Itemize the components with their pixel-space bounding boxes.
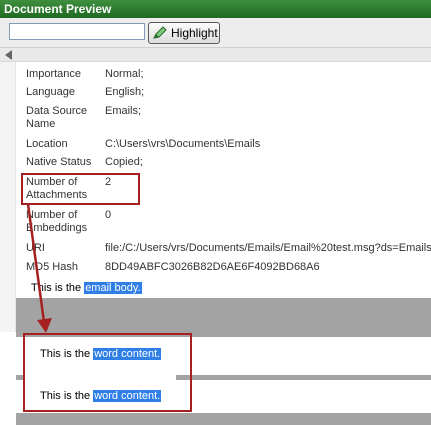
annotation-arrow-layer <box>26 203 52 333</box>
annotation-arrow-head <box>37 318 52 333</box>
annotation-arrow-line <box>26 203 46 323</box>
